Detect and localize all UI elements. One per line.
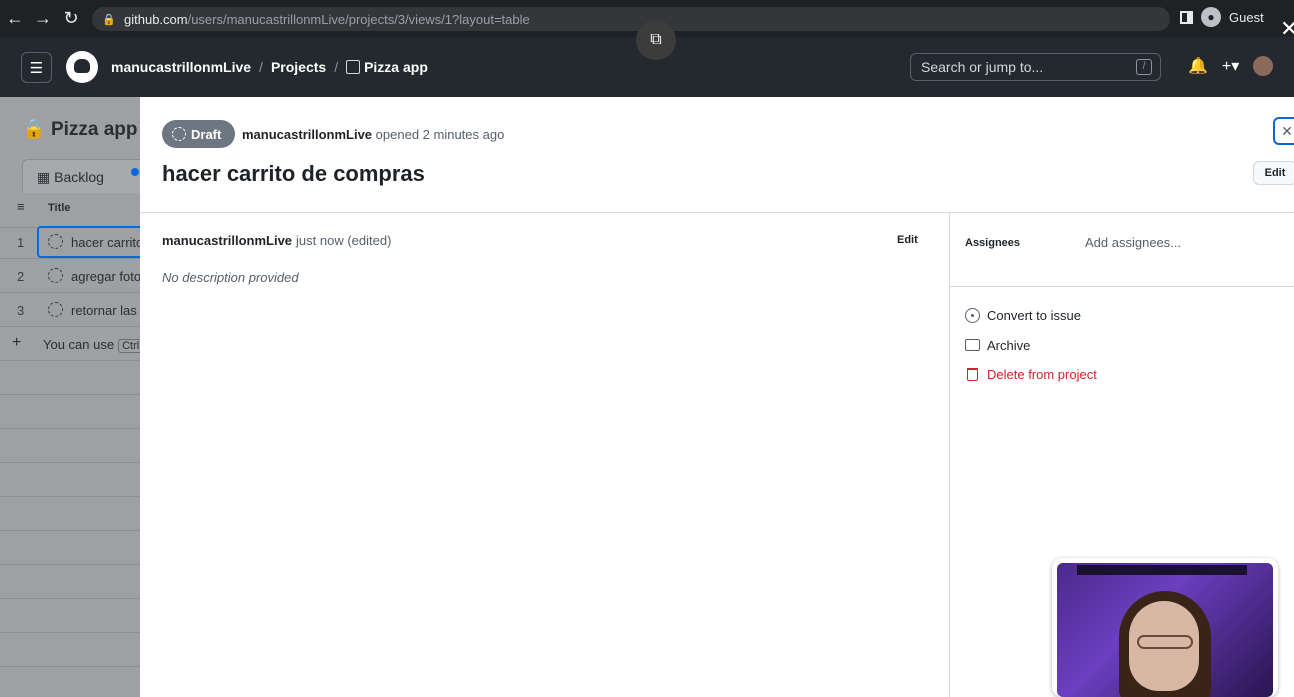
picture-in-picture-icon[interactable]: ⧉: [636, 20, 676, 60]
delete-from-project-button[interactable]: Delete from project: [965, 360, 1097, 390]
row-number: 3: [17, 303, 25, 318]
avatar[interactable]: [1253, 56, 1274, 76]
guest-avatar-icon: ●: [1201, 7, 1221, 27]
breadcrumb-separator: /: [259, 59, 263, 75]
tab-backlog[interactable]: ▦ Backlog: [22, 159, 140, 193]
archive-button[interactable]: Archive: [965, 331, 1097, 361]
menu-icon[interactable]: ☰: [21, 52, 52, 83]
draft-icon: [48, 268, 63, 283]
forward-icon[interactable]: →: [30, 6, 56, 32]
table-header: ≡ Title: [0, 194, 140, 228]
breadcrumb-separator: /: [334, 59, 339, 75]
webcam-video: [1057, 563, 1273, 697]
search-placeholder: Search or jump to...: [921, 59, 1044, 75]
url-path: /users/manucastrillonmLive/projects/3/vi…: [187, 11, 530, 27]
add-item-hint: You can use Ctrl: [43, 337, 140, 353]
issue-opened-icon: [965, 308, 980, 324]
opened-info: manucastrillonmLive opened 2 minutes ago: [242, 127, 504, 142]
table-row: [0, 497, 140, 531]
add-assignees-link[interactable]: Add assignees...: [1085, 235, 1181, 250]
table-row: [0, 463, 140, 497]
table-row[interactable]: 3 retornar las: [0, 293, 140, 327]
add-hint-kbd: Ctrl: [118, 339, 140, 353]
draft-icon: [48, 234, 63, 249]
breadcrumb: manucastrillonmLive / Projects / Pizza a…: [111, 59, 428, 75]
plus-dropdown-icon[interactable]: +▾: [1222, 56, 1239, 76]
row-number: 1: [17, 235, 25, 250]
background-shelf: [1077, 565, 1247, 575]
draft-icon: [48, 302, 63, 317]
plus-icon: +: [12, 334, 22, 351]
table-icon: [346, 60, 361, 74]
url-host: github.com: [124, 11, 188, 27]
browser-profile[interactable]: ● Guest: [1180, 7, 1264, 27]
table-row[interactable]: 2 agregar fotos: [0, 259, 140, 293]
column-title[interactable]: Title: [48, 202, 70, 214]
convert-label: Convert to issue: [987, 308, 1081, 324]
comment-author[interactable]: manucastrillonmLive: [162, 233, 292, 248]
description: No description provided: [162, 270, 299, 285]
lock-icon: 🔒: [102, 13, 116, 26]
breadcrumb-project-label: Pizza app: [364, 59, 428, 75]
row-number: 2: [17, 269, 25, 284]
panel-header: Draft manucastrillonmLive opened 2 minut…: [140, 97, 1294, 213]
add-item-row[interactable]: + You can use Ctrl: [0, 327, 140, 361]
trash-icon: [967, 368, 978, 382]
breadcrumb-project[interactable]: Pizza app: [346, 59, 428, 75]
archive-icon: [965, 339, 980, 352]
search-input[interactable]: Search or jump to... /: [910, 53, 1161, 81]
filter-icon[interactable]: ≡: [17, 199, 25, 214]
project-table: 🔒 Pizza app ▦ Backlog ≡ Title 1 hacer ca…: [0, 97, 140, 697]
profile-label: Guest: [1229, 9, 1264, 25]
table-row[interactable]: 1 hacer carrito de compras: [0, 225, 140, 259]
opened-time: opened 2 minutes ago: [375, 127, 505, 142]
panel-actions: Convert to issue Archive Delete from pro…: [965, 301, 1097, 390]
search-shortcut: /: [1136, 59, 1152, 75]
webcam-overlay: [1052, 558, 1278, 697]
edit-comment-button[interactable]: Edit: [897, 234, 918, 246]
table-row: [0, 633, 140, 667]
delete-label: Delete from project: [987, 367, 1097, 383]
edit-title-button[interactable]: Edit: [1253, 161, 1294, 185]
archive-label: Archive: [987, 337, 1031, 353]
row-title[interactable]: agregar fotos: [71, 269, 140, 284]
reload-icon[interactable]: ↻: [58, 6, 84, 32]
comment-column: manucastrillonmLive just now (edited) Edi…: [140, 213, 950, 697]
table-row: [0, 531, 140, 565]
table-row: [0, 395, 140, 429]
row-title[interactable]: retornar las: [71, 303, 137, 318]
unsaved-dot-icon: [131, 168, 139, 176]
draft-icon: [172, 127, 186, 141]
add-hint-text: You can use: [43, 337, 115, 352]
project-title-label: Pizza app: [50, 119, 138, 140]
sidebar-toggle-icon[interactable]: [1180, 10, 1193, 24]
breadcrumb-owner[interactable]: manucastrillonmLive: [111, 59, 251, 75]
close-panel-button[interactable]: ✕: [1273, 117, 1294, 145]
page-title: hacer carrito de compras: [162, 161, 425, 186]
address-bar[interactable]: 🔒 github.com/users/manucastrillonmLive/p…: [92, 7, 1170, 31]
table-row: [0, 565, 140, 599]
comment-header: manucastrillonmLive just now (edited): [162, 233, 391, 248]
table-row: [0, 429, 140, 463]
table-row: [0, 599, 140, 633]
github-logo-icon[interactable]: [66, 51, 98, 83]
project-title: 🔒 Pizza app: [22, 119, 138, 140]
assignees-field[interactable]: Assignees Add assignees...: [950, 213, 1294, 287]
comment-time: just now (edited): [296, 233, 392, 248]
presenter-glasses: [1137, 635, 1193, 649]
author-link[interactable]: manucastrillonmLive: [242, 127, 372, 142]
convert-to-issue-button[interactable]: Convert to issue: [965, 301, 1097, 331]
row-title[interactable]: hacer carrito de compras: [71, 235, 140, 250]
status-badge: Draft: [162, 120, 235, 148]
tab-backlog-label: Backlog: [54, 169, 104, 185]
bell-icon[interactable]: 🔔: [1188, 56, 1208, 76]
status-badge-label: Draft: [191, 126, 222, 142]
assignees-label: Assignees: [965, 237, 1021, 249]
table-row: [0, 361, 140, 395]
header-actions: 🔔 +▾: [1188, 56, 1274, 76]
breadcrumb-projects[interactable]: Projects: [271, 59, 326, 75]
back-icon[interactable]: ←: [2, 6, 28, 32]
